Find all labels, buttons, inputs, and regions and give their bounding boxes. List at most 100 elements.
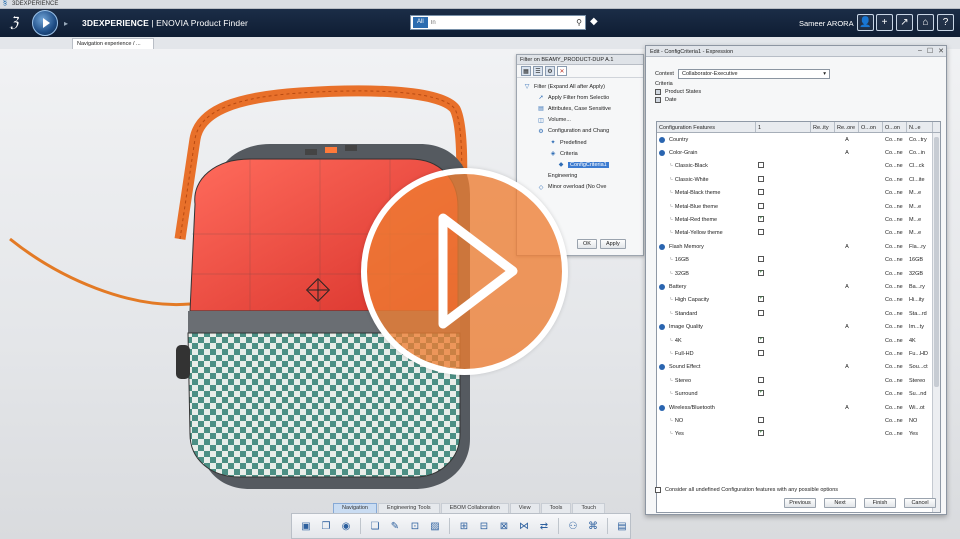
option-checkbox[interactable] [758,390,764,397]
table-row[interactable]: └ Stereo Co...ne Stereo [657,374,940,387]
filter-tree-item[interactable]: ◈ Criteria [523,148,641,159]
option-checkbox[interactable] [758,256,764,263]
action-tab[interactable]: Navigation [333,503,377,513]
table-row[interactable]: └ Full-HD Co...ne Fu...HD [657,347,940,360]
folder-lock-icon[interactable]: ⊡ [407,518,423,534]
option-checkbox[interactable] [758,336,764,343]
option-checkbox[interactable] [758,216,764,223]
close-icon[interactable]: ✕ [938,47,944,55]
table-row[interactable]: └ Metal-Yellow theme Co...ne M...e [657,227,940,240]
table-row[interactable]: Image Quality A Co...ne Im...ty [657,320,940,333]
option-checkbox[interactable] [758,269,764,276]
table-row[interactable]: Flash Memory A Co...ne Fla...ry [657,240,940,253]
option-checkbox[interactable] [758,189,764,196]
apply-button[interactable]: Apply [599,239,626,249]
tag-icon[interactable]: ◆ [590,16,598,27]
share-icon[interactable]: ↗ [896,14,913,31]
table-row[interactable]: Wireless/Bluetooth A Co...ne Wi...ot [657,401,940,414]
column-header[interactable]: Configuration Features [657,122,756,132]
user-icon[interactable]: 👤 [857,14,874,31]
minimize-icon[interactable]: – [918,47,922,55]
table-row[interactable]: └High CapacityCo...neHi...ity [657,294,940,307]
user-name[interactable]: Sameer ARORA [799,19,854,28]
maximize-icon[interactable]: ☐ [927,47,933,55]
table-row[interactable]: └ Classic-White Co...ne Cl...ite [657,173,940,186]
image-icon[interactable]: ▨ [427,518,443,534]
search-input[interactable] [427,16,573,29]
home-icon[interactable]: ⌂ [917,14,934,31]
table-row[interactable]: Battery A Co...ne Ba...ry [657,280,940,293]
column-header[interactable]: Re..ity [811,122,835,132]
ok-button[interactable]: OK [577,239,597,249]
filter-tree-item[interactable]: ◆ ConfigCriteria1 [523,159,641,170]
table-row[interactable]: └ 16GB Co...ne 16GB [657,254,940,267]
next-button[interactable]: Next [824,498,856,508]
filter-tree-item[interactable]: ➚ Apply Filter from Selectio [523,92,641,103]
document-icon[interactable]: ▤ [614,518,630,534]
table-row[interactable]: └SurroundCo...neSu...nd [657,387,940,400]
option-checkbox[interactable] [758,202,764,209]
option-checkbox[interactable] [758,162,764,169]
option-checkbox[interactable] [758,296,764,303]
option-checkbox[interactable] [758,416,764,423]
table-row[interactable]: └ NO Co...ne NO [657,414,940,427]
filter-tree-item[interactable]: ▤ Attributes, Case Sensitive [523,103,641,114]
consider-undefined-checkbox[interactable] [655,487,661,493]
close-icon[interactable]: ✕ [557,66,567,76]
option-checkbox[interactable] [758,309,764,316]
grid-icon[interactable]: ▦ [521,66,531,76]
search-scope-dropdown[interactable]: All [413,17,428,28]
filter-tree-item[interactable]: ◫ Volume... [523,115,641,126]
cancel-button[interactable]: Cancel [904,498,936,508]
filter-tree-item[interactable]: ◇ Minor overload (No Ove [523,182,641,193]
plus-icon[interactable]: + [876,14,893,31]
table-row[interactable]: Color-Grain A Co...ne Co...in [657,146,940,159]
column-header[interactable]: 1 [756,122,811,132]
option-checkbox[interactable] [758,376,764,383]
tree-merge-icon[interactable]: ⋈ [516,518,532,534]
column-header[interactable]: O...on [883,122,907,132]
previous-button[interactable]: Previous [784,498,816,508]
tree-collapse-icon[interactable]: ⊠ [496,518,512,534]
criteria-date-checkbox[interactable] [655,97,661,103]
table-row[interactable]: └32GBCo...ne32GB [657,267,940,280]
filter-tree-item[interactable]: ⚙ Configuration and Chang [523,126,641,137]
context-select[interactable]: Collaborator-Executive ▾ [677,69,830,79]
table-row[interactable]: └ Metal-Black theme Co...ne M...e [657,187,940,200]
folder-edit-icon[interactable]: ✎ [387,518,403,534]
tab-navigation-experience[interactable]: Navigation experience / ... [72,38,154,49]
table-row[interactable]: └Metal-Red themeCo...neM...e [657,213,940,226]
boxes-icon[interactable]: ▣ [298,518,314,534]
finish-button[interactable]: Finish [864,498,896,508]
column-header[interactable]: N...e [907,122,933,132]
help-icon[interactable]: ? [937,14,954,31]
column-header[interactable]: O...on [859,122,883,132]
table-row[interactable]: └ Classic-Black Co...ne Cl...ck [657,160,940,173]
table-row[interactable]: └ Standard Co...ne Sta...rd [657,307,940,320]
table-row[interactable]: Sound Effect A Co...ne Sou...ct [657,361,940,374]
network-icon[interactable]: ⌘ [585,518,601,534]
filter-tree-item[interactable]: Engineering [523,171,641,182]
option-checkbox[interactable] [758,349,764,356]
tree-expand-icon[interactable]: ⊞ [456,518,472,534]
action-tab[interactable]: View [509,503,540,513]
layers-icon[interactable]: ❐ [318,518,334,534]
table-row[interactable]: └YesCo...neYes [657,428,940,441]
tree-filter-icon[interactable]: ⊟ [476,518,492,534]
filter-tree-item[interactable]: ▽ Filter (Expand All after Apply) [523,81,641,92]
compass-icon[interactable] [32,10,58,36]
column-header[interactable]: Re..ore [835,122,859,132]
table-row[interactable]: └4KCo...ne4K [657,334,940,347]
option-checkbox[interactable] [758,229,764,236]
tree-compare-icon[interactable]: ⇄ [536,518,552,534]
option-checkbox[interactable] [758,430,764,437]
option-checkbox[interactable] [758,175,764,182]
action-tab[interactable]: EBOM Collaboration [440,503,509,513]
action-tab[interactable]: Engineering Tools [378,503,440,513]
table-row[interactable]: └ Metal-Blue theme Co...ne M...e [657,200,940,213]
table-icon[interactable]: ☰ [533,66,543,76]
open-folder-icon[interactable]: ❏ [367,518,383,534]
settings-icon[interactable]: ⚙ [545,66,555,76]
video-play-button[interactable] [361,168,568,375]
search-icon[interactable]: ⚲ [573,18,585,27]
